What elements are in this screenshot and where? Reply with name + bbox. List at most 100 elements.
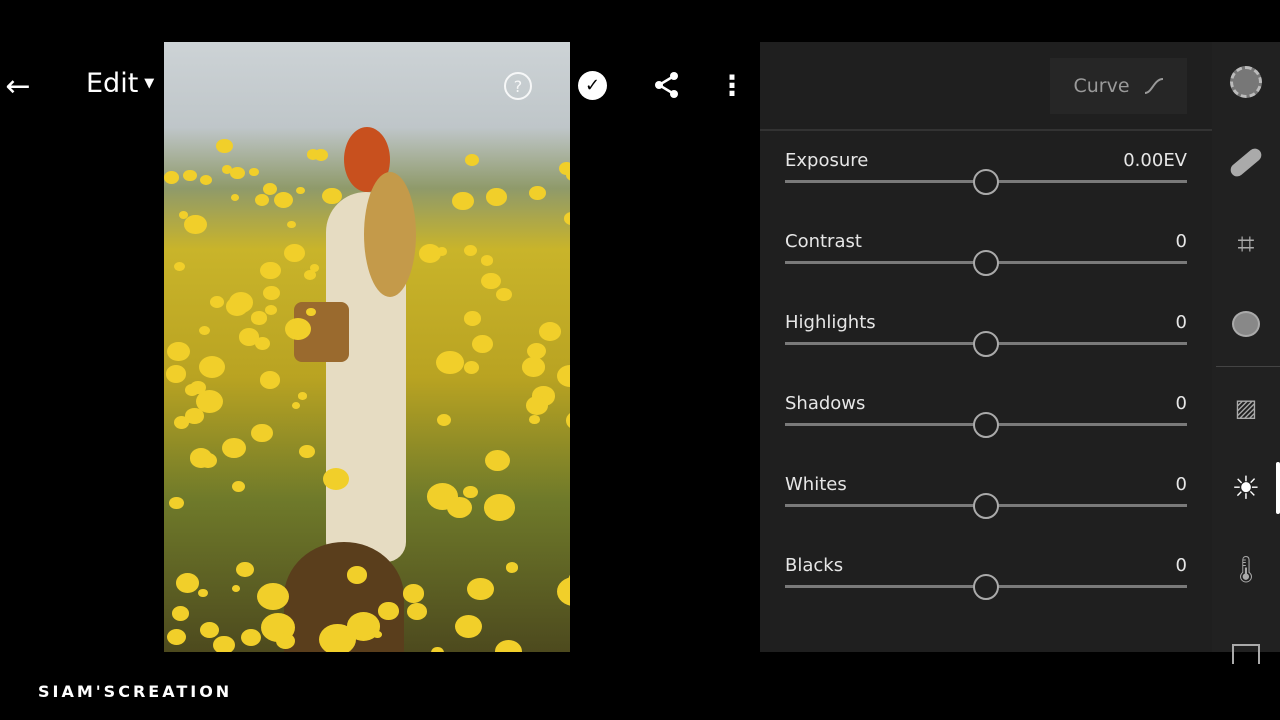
flower: [249, 167, 260, 176]
flower: [464, 245, 478, 257]
flower: [436, 413, 452, 426]
flower: [166, 628, 186, 645]
back-button[interactable]: ←: [2, 68, 34, 104]
flower: [264, 304, 278, 316]
flower: [236, 562, 254, 577]
light-icon[interactable]: ☀: [1212, 468, 1280, 508]
flower: [565, 410, 570, 430]
slider-label: Exposure: [785, 150, 869, 171]
flower: [494, 640, 522, 652]
flower: [483, 494, 515, 521]
flower: [296, 186, 305, 195]
light-panel: Curve Exposure 0.00EV Contrast 0 Highlig…: [760, 42, 1212, 652]
flower: [481, 272, 501, 290]
slider-value[interactable]: 0.00EV: [1123, 150, 1187, 171]
flower: [564, 212, 570, 225]
flower: [304, 269, 317, 281]
slider-handle[interactable]: [973, 250, 999, 276]
flower: [199, 325, 211, 335]
flower: [164, 171, 179, 184]
more-options-button[interactable]: ⋮: [718, 69, 746, 102]
flower: [529, 415, 540, 425]
flower: [251, 311, 267, 325]
watermark: SIAM'SCREATION: [38, 682, 233, 701]
flower: [198, 355, 226, 378]
help-button[interactable]: ?: [504, 72, 532, 100]
flower: [184, 215, 207, 235]
photo-preview[interactable]: ?: [164, 42, 570, 652]
flower: [481, 255, 494, 266]
flower: [486, 188, 507, 206]
auto-icon[interactable]: ▨: [1212, 388, 1280, 428]
flower: [183, 169, 197, 182]
flower: [259, 371, 281, 389]
flower: [556, 364, 570, 388]
flower: [254, 336, 271, 350]
flower: [346, 612, 381, 641]
slider-value[interactable]: 0: [1176, 393, 1187, 414]
flower: [276, 633, 295, 650]
flower: [230, 194, 239, 202]
flower: [558, 161, 570, 175]
slider-handle[interactable]: [973, 169, 999, 195]
flower: [506, 562, 519, 573]
crop-icon[interactable]: ⌗: [1212, 224, 1280, 264]
slider-label: Shadows: [785, 393, 866, 414]
flower: [171, 606, 189, 621]
slider-value[interactable]: 0: [1176, 555, 1187, 576]
effects-icon[interactable]: [1212, 634, 1280, 674]
flower: [346, 566, 368, 584]
healing-icon[interactable]: [1212, 142, 1280, 182]
flower: [484, 450, 510, 472]
flower: [378, 602, 399, 620]
flower: [528, 185, 547, 201]
slider-handle[interactable]: [973, 331, 999, 357]
color-temperature-icon[interactable]: 🌡︎: [1212, 550, 1280, 590]
slider-value[interactable]: 0: [1176, 312, 1187, 333]
flower: [165, 365, 187, 383]
edit-mode-dropdown[interactable]: Edit ▼: [86, 68, 154, 99]
flower: [495, 287, 512, 302]
slider-value[interactable]: 0: [1176, 474, 1187, 495]
selective-icon[interactable]: [1212, 62, 1280, 102]
slider-handle[interactable]: [973, 493, 999, 519]
slider-value[interactable]: 0: [1176, 231, 1187, 252]
divider: [760, 129, 1212, 131]
flower: [299, 444, 316, 459]
flower: [455, 615, 483, 639]
flower: [197, 588, 208, 598]
flower: [306, 149, 320, 160]
slider-label: Contrast: [785, 231, 862, 252]
flower: [298, 392, 307, 400]
share-button[interactable]: [652, 70, 682, 100]
slider-label: Highlights: [785, 312, 876, 333]
slider-handle[interactable]: [973, 574, 999, 600]
flower: [431, 646, 445, 652]
flower: [231, 585, 240, 593]
hat: [364, 172, 416, 297]
flower: [418, 243, 442, 263]
curve-button[interactable]: Curve: [1050, 58, 1187, 114]
flower: [222, 437, 247, 458]
flower: [230, 167, 245, 180]
slider-label: Whites: [785, 474, 847, 495]
flower: [167, 341, 191, 362]
flower: [260, 261, 281, 280]
flower: [222, 165, 233, 174]
flower: [228, 292, 254, 313]
flower: [254, 194, 270, 207]
tool-sidebar: ⌗ ▨ ☀ 🌡︎: [1212, 42, 1280, 664]
flower: [185, 408, 204, 424]
flower: [209, 296, 224, 309]
flower: [402, 584, 424, 603]
flower: [472, 334, 493, 353]
flower: [169, 496, 184, 509]
flower: [173, 262, 185, 272]
flower: [284, 244, 305, 262]
done-button[interactable]: ✓: [578, 71, 607, 100]
flower: [465, 154, 479, 166]
profile-icon[interactable]: [1212, 304, 1280, 344]
slider-handle[interactable]: [973, 412, 999, 438]
flower: [322, 467, 350, 491]
flower: [522, 357, 545, 377]
